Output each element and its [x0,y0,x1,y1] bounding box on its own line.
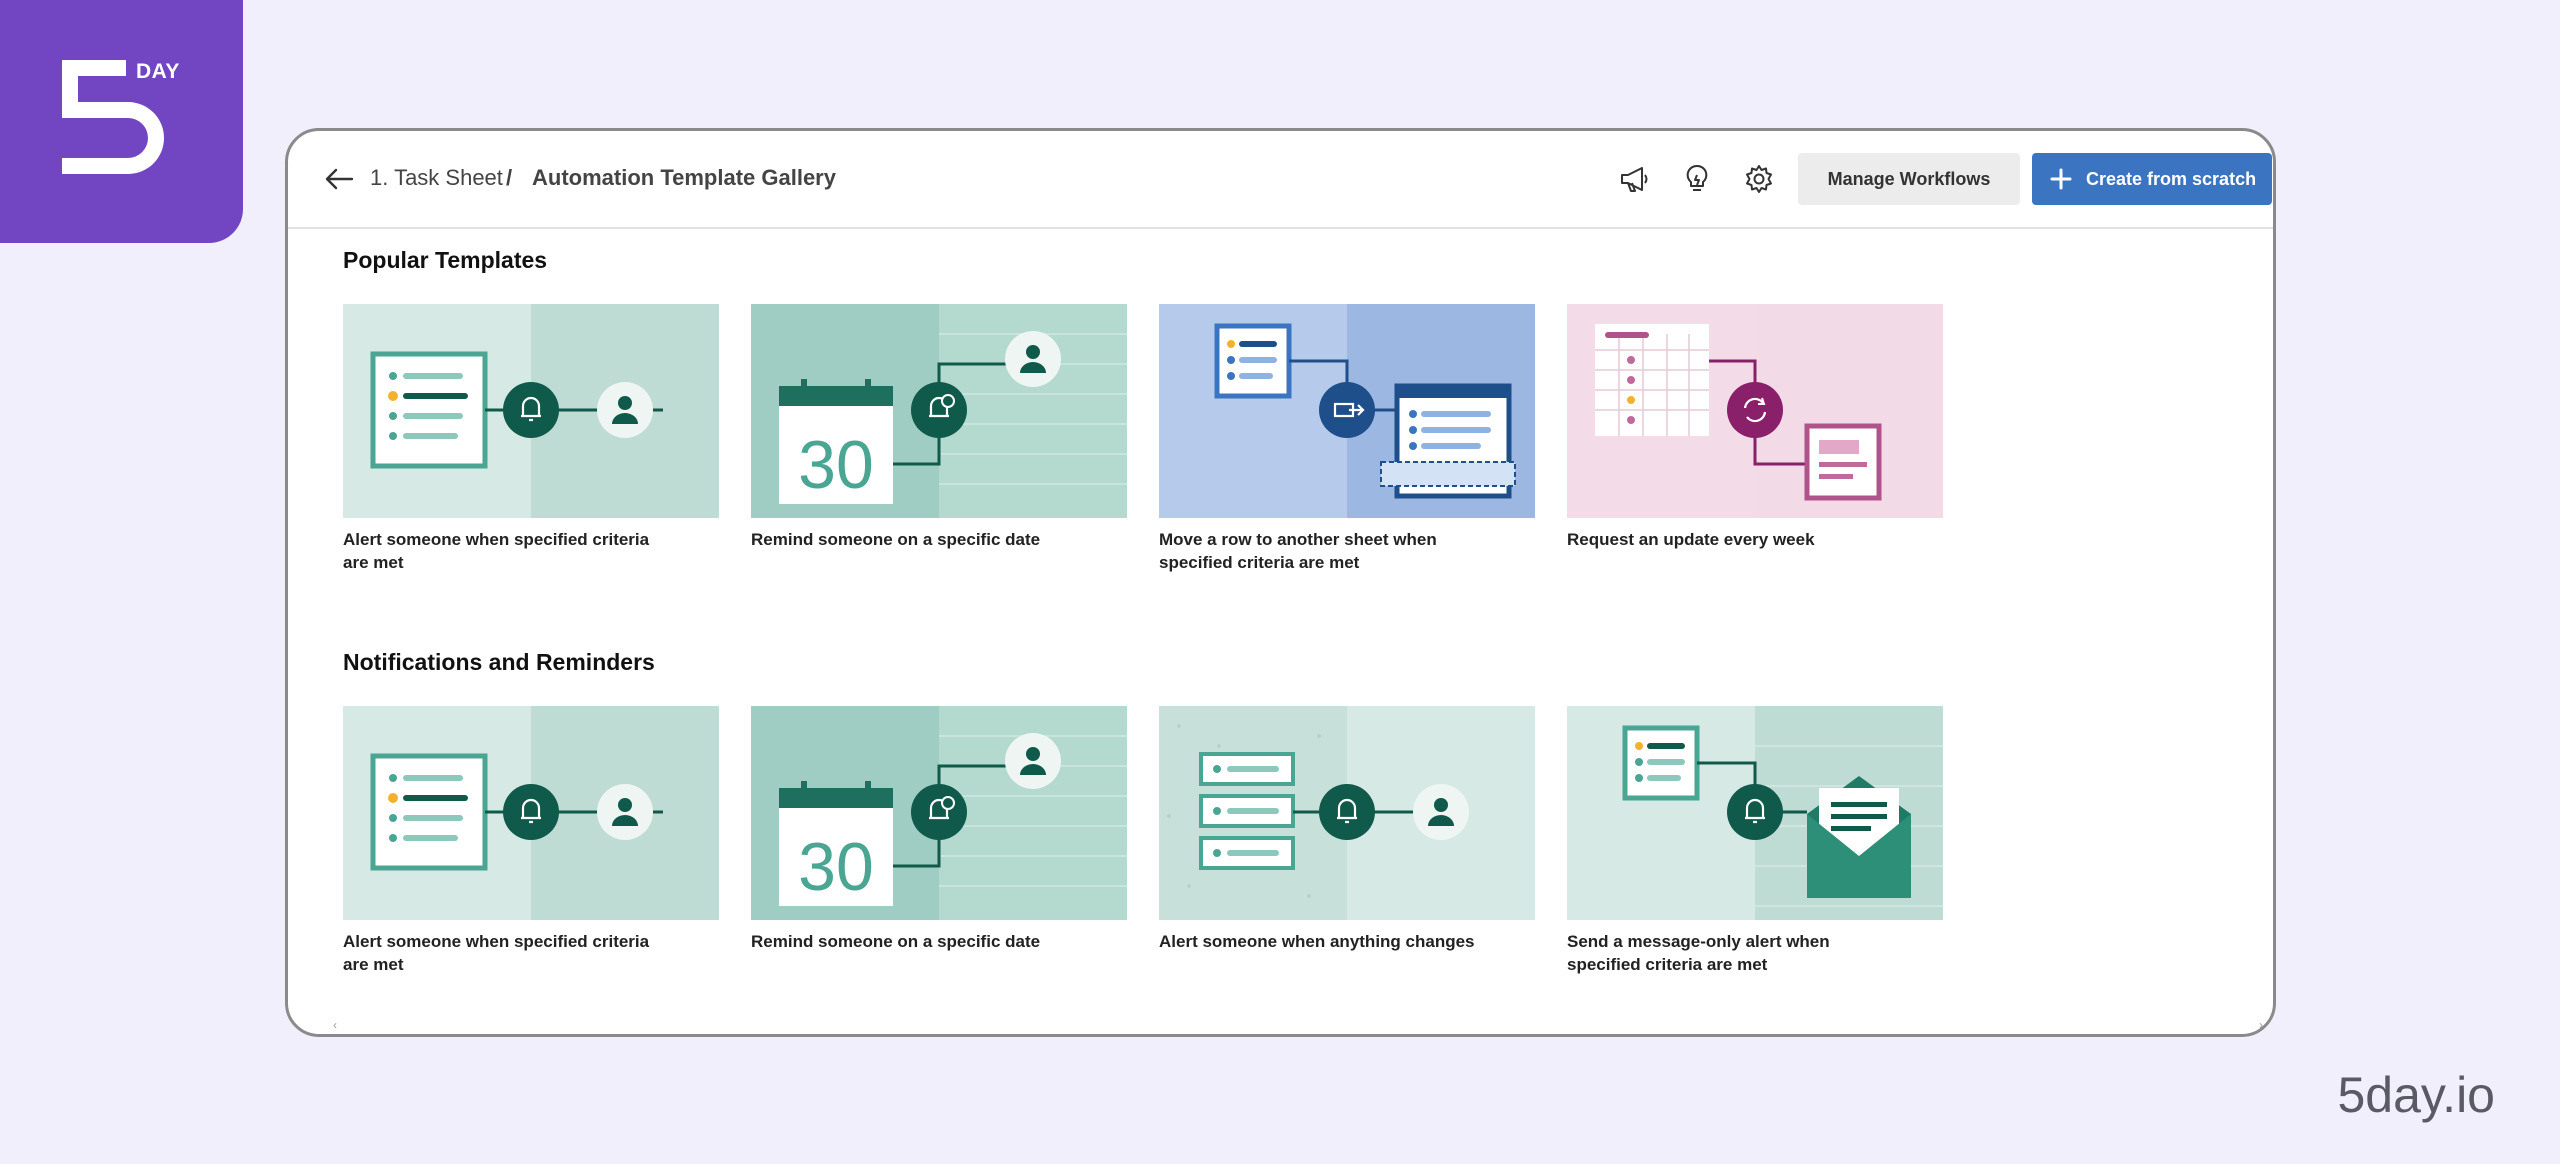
gear-icon[interactable] [1743,163,1775,195]
sheet-bell-user-illustration [343,706,719,920]
template-card-title: Alert someone when specified criteria ar… [343,932,650,974]
template-card-title: Move a row to another sheet when specifi… [1159,530,1437,572]
template-card[interactable]: Alert someone when anything changes [1159,706,1535,953]
create-from-scratch-button[interactable]: Create from scratch [2032,153,2272,205]
template-card-title: Remind someone on a specific date [751,932,1041,951]
rows-bell-user-illustration [1159,706,1535,920]
template-card-title: Send a message-only alert when specified… [1567,932,1830,974]
move-row-sheet-illustration [1159,304,1535,518]
section-title-popular: Popular Templates [343,247,548,273]
calendar-day-number: 30 [798,427,874,503]
template-card[interactable]: Request an update every week [1567,304,1943,551]
template-card[interactable]: Send a message-only alert when specified… [1567,706,1943,976]
manage-workflows-button[interactable]: Manage Workflows [1798,153,2020,205]
create-from-scratch-label: Create from scratch [2086,168,2257,189]
scroll-right-arrow[interactable]: › [2259,1018,2263,1032]
template-card[interactable]: Alert someone when specified criteria ar… [343,706,719,976]
template-card[interactable]: 30 Remind someone on a specific date [751,706,1127,953]
template-card[interactable]: Alert someone when specified criteria ar… [343,304,719,574]
footer-domain: 5day.io [2337,1067,2495,1123]
grid-refresh-form-illustration [1567,304,1943,518]
breadcrumb-parent[interactable]: 1. Task Sheet [370,165,503,191]
template-card-title: Alert someone when specified criteria ar… [343,530,650,572]
megaphone-icon[interactable] [1618,163,1650,195]
breadcrumb-separator: / [506,165,513,190]
section-title-notifications: Notifications and Reminders [343,649,655,675]
plus-icon [2050,168,2072,190]
sheet-bell-envelope-illustration [1567,706,1943,920]
brand-day-text: DAY [136,60,180,83]
template-card-title: Alert someone when anything changes [1159,932,1475,951]
template-card[interactable]: 30 Remind someone on a specific date [751,304,1127,551]
header-bar: 1. Task Sheet / Automation Template Gall… [288,131,2273,229]
template-card-title: Request an update every week [1567,530,1815,549]
template-card[interactable]: Move a row to another sheet when specifi… [1159,304,1535,574]
scroll-left-arrow[interactable]: ‹ [333,1018,337,1032]
calendar-alarm-user-illustration: 30 [751,304,1127,518]
app-window: 1. Task Sheet / Automation Template Gall… [285,128,2276,1037]
sheet-bell-user-illustration [343,304,719,518]
calendar-day-number: 30 [798,829,874,905]
breadcrumb-current: Automation Template Gallery [532,165,836,190]
template-card-title: Remind someone on a specific date [751,530,1041,549]
brand-logo: DAY [0,0,243,243]
lightbulb-icon[interactable] [1681,163,1713,195]
back-arrow-icon[interactable] [324,165,354,193]
calendar-alarm-user-illustration: 30 [751,706,1127,920]
